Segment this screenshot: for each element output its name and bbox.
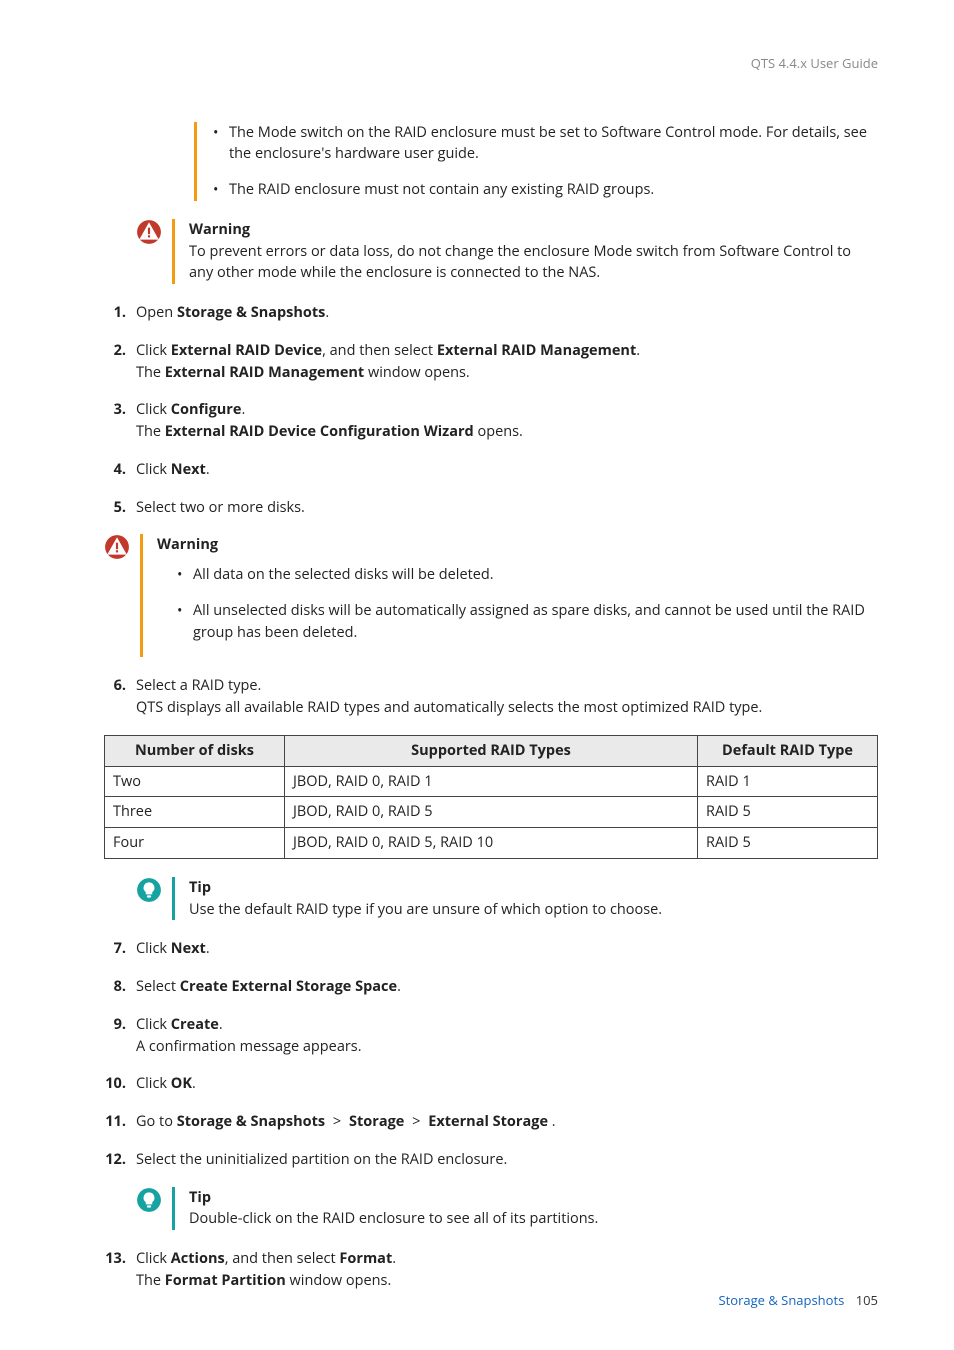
table-row: Four JBOD, RAID 0, RAID 5, RAID 10 RAID … (105, 828, 878, 859)
table-row: Three JBOD, RAID 0, RAID 5 RAID 5 (105, 797, 878, 828)
step-1: Open Storage & Snapshots. (104, 302, 878, 324)
warning-callout: Warning To prevent errors or data loss, … (136, 219, 878, 284)
lightbulb-icon (136, 1187, 162, 1213)
tip-title: Tip (189, 1187, 878, 1209)
table-header: Supported RAID Types (285, 735, 698, 766)
tip-text: Double-click on the RAID enclosure to se… (189, 1208, 878, 1230)
footer-page-number: 105 (856, 1291, 878, 1309)
raid-types-table: Number of disks Supported RAID Types Def… (104, 735, 878, 859)
step-12: Select the uninitialized partition on th… (104, 1149, 878, 1171)
tip-callout: Tip Use the default RAID type if you are… (136, 877, 878, 921)
warning-title: Warning (157, 534, 878, 556)
step-9: Click Create. A confirmation message app… (104, 1014, 878, 1058)
step-8: Select Create External Storage Space. (104, 976, 878, 998)
page-footer: Storage & Snapshots 105 (718, 1291, 878, 1311)
footer-section: Storage & Snapshots (718, 1291, 844, 1309)
tip-title: Tip (189, 877, 878, 899)
page-header-title: QTS 4.4.x User Guide (76, 54, 878, 74)
step-6: Select a RAID type. QTS displays all ava… (104, 675, 878, 719)
warning-bullet: All unselected disks will be automatical… (177, 600, 878, 644)
warning-callout: Warning All data on the selected disks w… (104, 534, 878, 657)
step-13: Click Actions, and then select Format. T… (104, 1248, 878, 1292)
lightbulb-icon (136, 877, 162, 903)
step-7: Click Next. (104, 938, 878, 960)
table-header-row: Number of disks Supported RAID Types Def… (105, 735, 878, 766)
tip-callout: Tip Double-click on the RAID enclosure t… (136, 1187, 878, 1231)
intro-bullet: The RAID enclosure must not contain any … (213, 179, 878, 201)
step-4: Click Next. (104, 459, 878, 481)
intro-bullet: The Mode switch on the RAID enclosure mu… (213, 122, 878, 166)
warning-icon (136, 219, 162, 245)
table-header: Default RAID Type (698, 735, 878, 766)
warning-text: To prevent errors or data loss, do not c… (189, 241, 878, 285)
step-3: Click Configure. The External RAID Devic… (104, 399, 878, 443)
step-5: Select two or more disks. (104, 497, 878, 519)
step-10: Click OK. (104, 1073, 878, 1095)
intro-note-block: The Mode switch on the RAID enclosure mu… (194, 122, 878, 201)
warning-title: Warning (189, 219, 878, 241)
step-11: Go to Storage & Snapshots > Storage > Ex… (104, 1111, 878, 1133)
warning-bullet: All data on the selected disks will be d… (177, 564, 878, 586)
tip-text: Use the default RAID type if you are uns… (189, 899, 878, 921)
table-row: Two JBOD, RAID 0, RAID 1 RAID 1 (105, 766, 878, 797)
warning-icon (104, 534, 130, 560)
table-header: Number of disks (105, 735, 285, 766)
step-2: Click External RAID Device, and then sel… (104, 340, 878, 384)
